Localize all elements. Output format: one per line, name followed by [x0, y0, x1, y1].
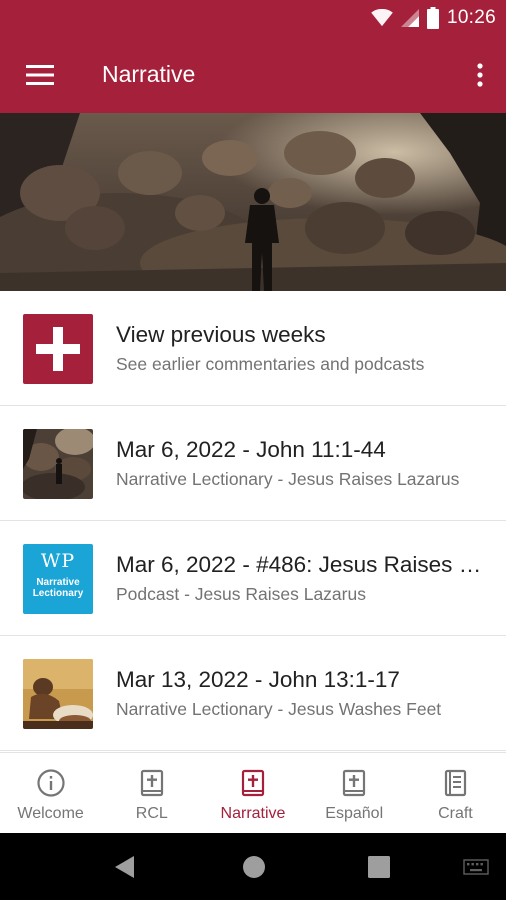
- logo-text: Narrative Lectionary: [32, 577, 84, 599]
- nav-item-craft[interactable]: Craft: [405, 753, 506, 833]
- content-list: View previous weeks See earlier commenta…: [0, 291, 506, 751]
- nav-item-welcome[interactable]: Welcome: [0, 753, 101, 833]
- list-item-title: Mar 13, 2022 - John 13:1-17: [116, 667, 400, 692]
- logo-letters: WP: [40, 550, 76, 572]
- more-vert-icon: [477, 63, 483, 87]
- list-item-subtitle: See earlier commentaries and podcasts: [116, 354, 425, 374]
- hamburger-menu-icon: [26, 65, 54, 85]
- status-time: 10:26: [446, 7, 496, 28]
- nav-label: Welcome: [17, 805, 84, 822]
- notebook-icon: [445, 769, 467, 797]
- cellular-signal-icon: [400, 9, 419, 27]
- hero-image: [0, 113, 506, 291]
- list-item-title: Mar 6, 2022 - #486: Jesus Raises Lazarus: [116, 552, 482, 577]
- list-item[interactable]: Mar 13, 2022 - John 13:1-17 Narrative Le…: [0, 636, 506, 751]
- cave-photo-thumbnail: [23, 429, 93, 499]
- list-item-thumbnail: [23, 314, 93, 384]
- nav-label: Español: [325, 805, 384, 822]
- status-bar: 10:26: [0, 0, 506, 37]
- nav-item-espanol[interactable]: Español: [304, 753, 405, 833]
- home-icon[interactable]: [242, 855, 266, 879]
- bible-book-icon: [241, 769, 265, 797]
- list-item-subtitle: Podcast - Jesus Raises Lazarus: [116, 584, 366, 604]
- bible-book-icon: [140, 769, 163, 797]
- list-item[interactable]: Mar 6, 2022 - John 11:1-44 Narrative Lec…: [0, 406, 506, 521]
- nav-label: Craft: [438, 805, 473, 822]
- status-icons: 10:26: [371, 6, 496, 30]
- nav-item-narrative[interactable]: Narrative: [202, 753, 303, 833]
- nav-label: RCL: [135, 805, 168, 822]
- system-navigation-bar: [0, 833, 506, 900]
- list-item-title: View previous weeks: [116, 322, 326, 347]
- bible-book-icon: [343, 769, 366, 797]
- info-circle-icon: [36, 769, 65, 797]
- list-item-title: Mar 6, 2022 - John 11:1-44: [116, 437, 386, 462]
- foot-washing-painting-thumbnail: [23, 659, 93, 729]
- page-title: Narrative: [102, 61, 196, 87]
- bottom-navigation: Welcome RCL Narrative Español Craft: [0, 752, 506, 833]
- more-options-button[interactable]: [468, 55, 492, 95]
- back-icon[interactable]: [114, 855, 136, 879]
- recents-icon[interactable]: [368, 856, 390, 878]
- list-item-thumbnail: [23, 659, 93, 729]
- nav-label: Narrative: [220, 805, 286, 822]
- list-item-thumbnail: [23, 429, 93, 499]
- plus-icon: [36, 327, 80, 371]
- working-preacher-podcast-logo: WP Narrative Lectionary: [23, 544, 93, 614]
- wifi-icon: [371, 9, 393, 27]
- keyboard-icon[interactable]: [463, 859, 489, 875]
- list-item[interactable]: WP Narrative Lectionary Mar 6, 2022 - #4…: [0, 521, 506, 636]
- cave-photo: [0, 113, 506, 291]
- nav-item-rcl[interactable]: RCL: [101, 753, 202, 833]
- list-item-subtitle: Narrative Lectionary - Jesus Washes Feet: [116, 699, 442, 719]
- battery-icon: [426, 7, 439, 29]
- list-item-subtitle: Narrative Lectionary - Jesus Raises Laza…: [116, 469, 460, 489]
- list-item[interactable]: View previous weeks See earlier commenta…: [0, 291, 506, 406]
- menu-button[interactable]: [20, 57, 60, 93]
- app-bar: Narrative: [0, 37, 506, 113]
